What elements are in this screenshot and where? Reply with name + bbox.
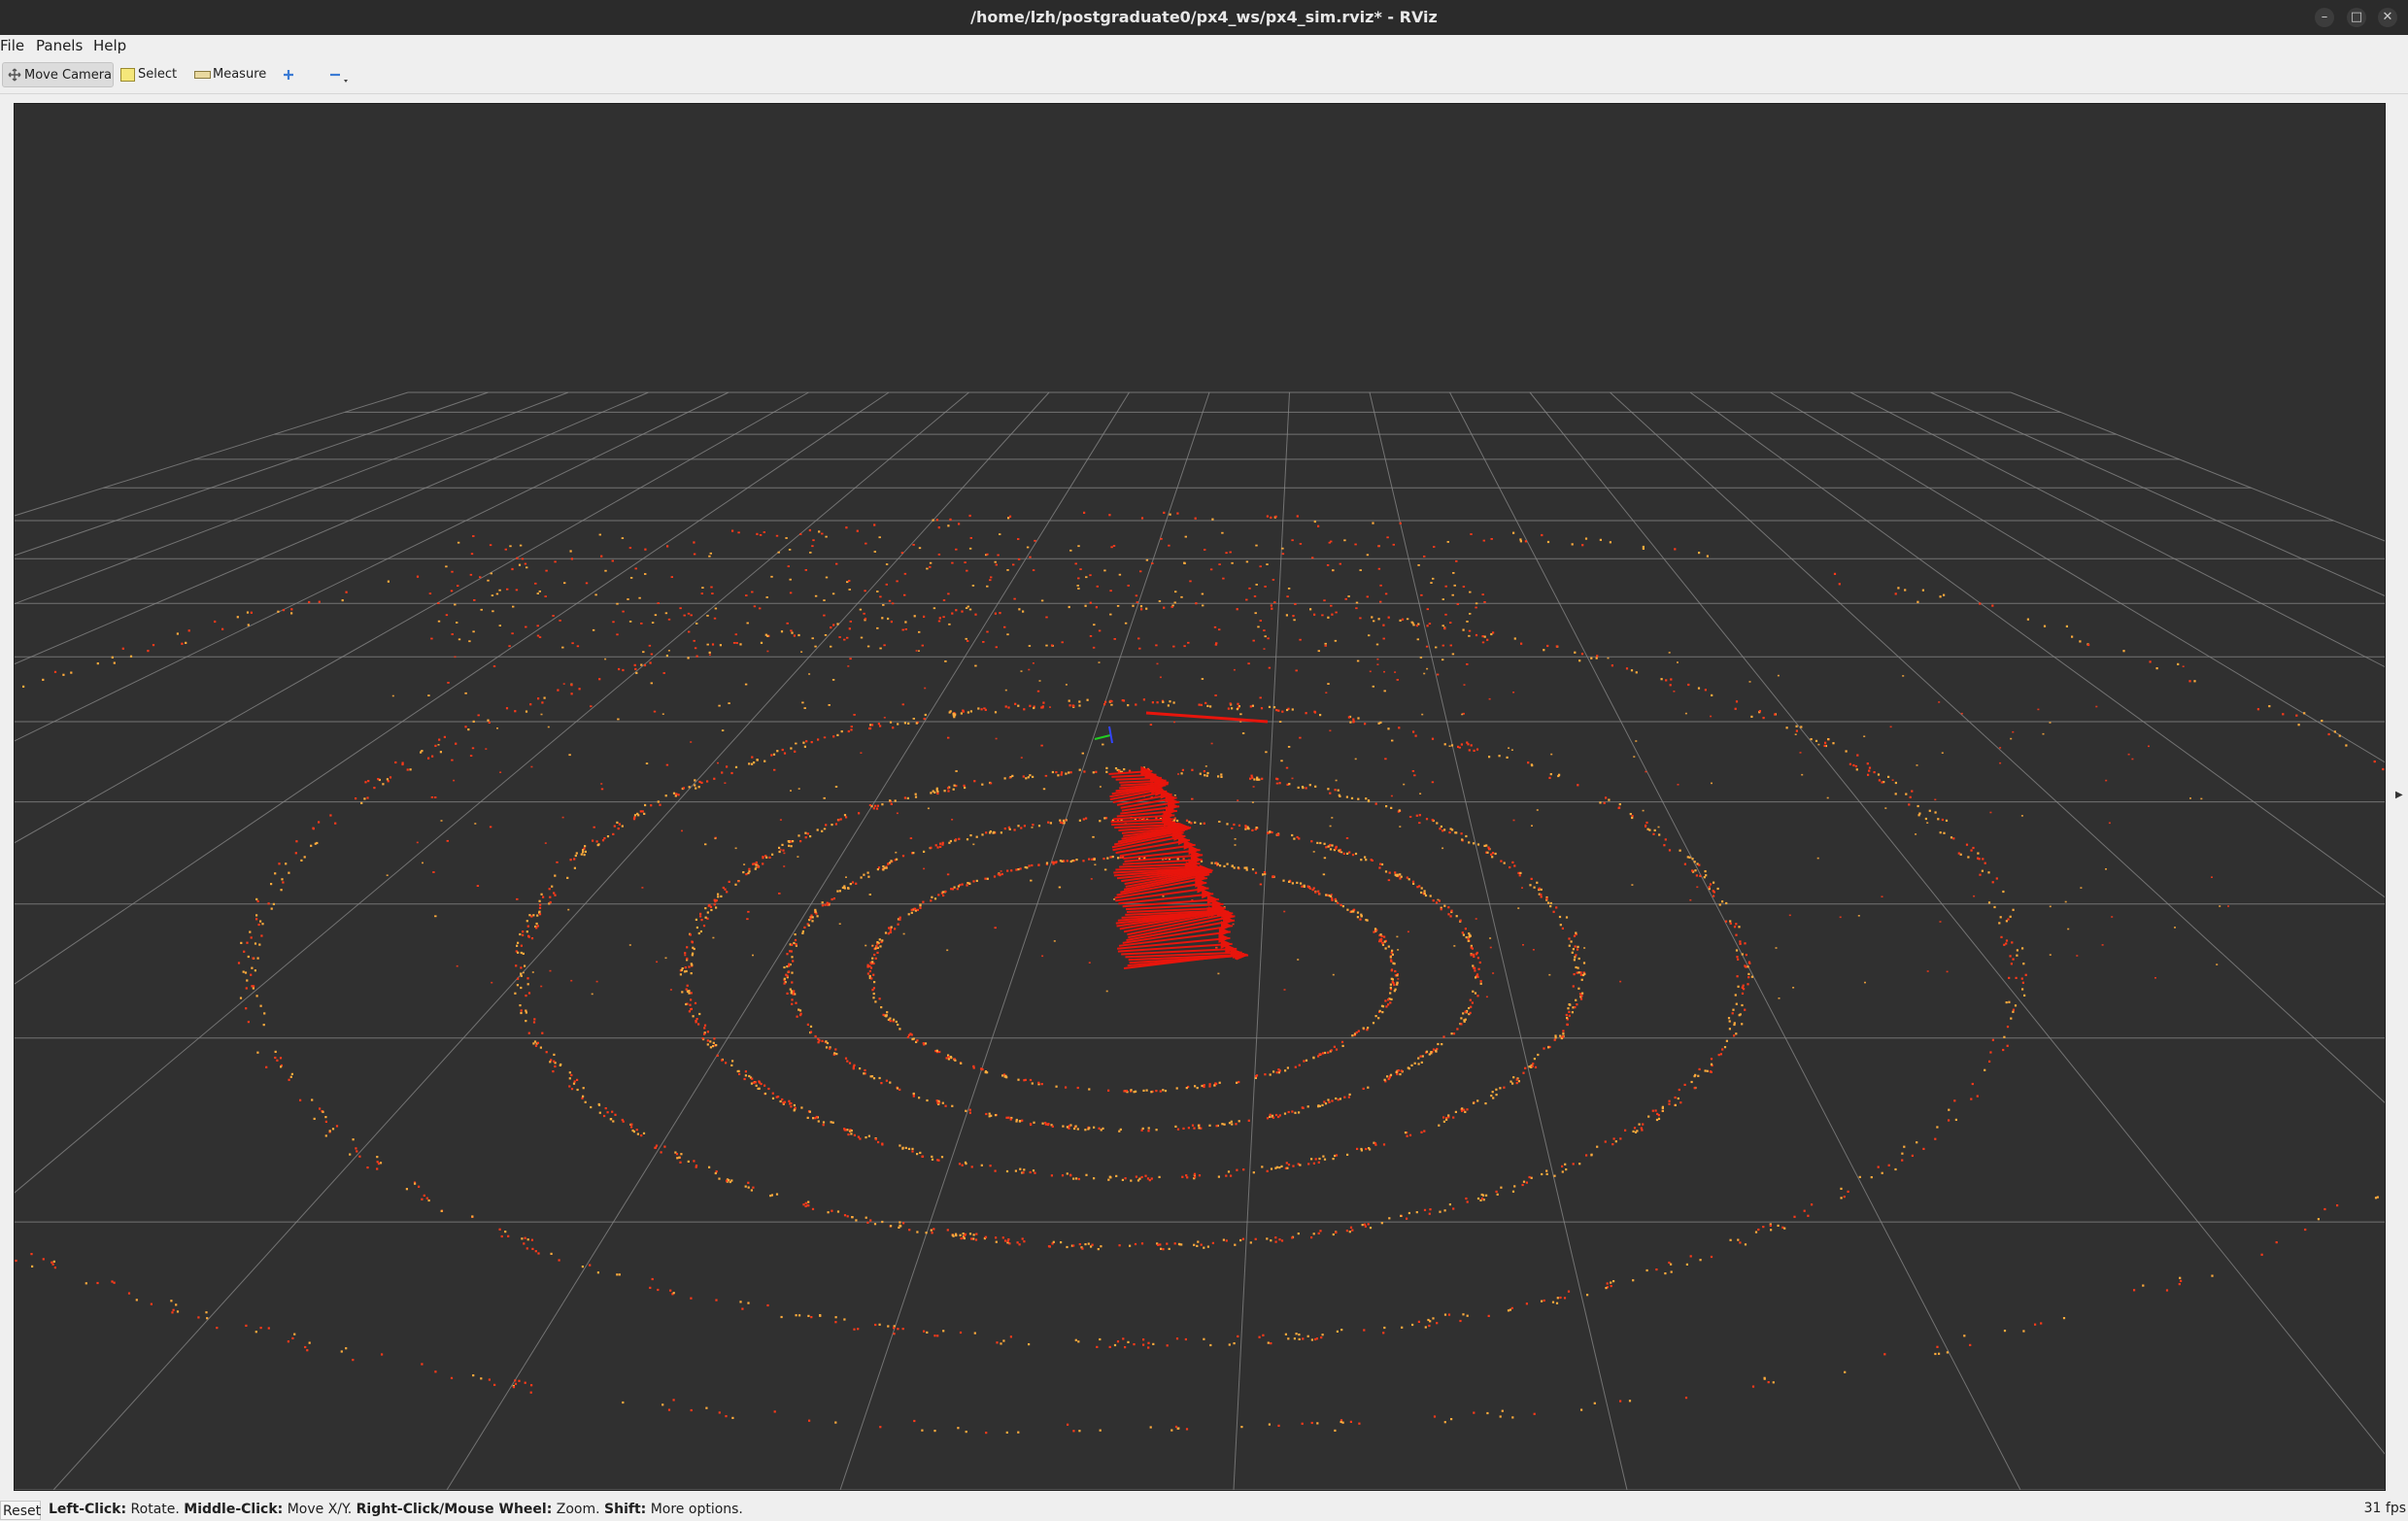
- move-camera-icon: [8, 68, 21, 82]
- window-title: /home/lzh/postgraduate0/px4_ws/px4_sim.r…: [970, 8, 1438, 26]
- menu-panels[interactable]: Panels: [36, 37, 83, 54]
- plus-icon: [284, 70, 293, 80]
- tools-toolbar: Move Camera Select Measure: [0, 56, 2408, 94]
- select-icon: [120, 68, 135, 82]
- hint-text-middle: Move X/Y.: [283, 1502, 356, 1517]
- close-button[interactable]: ✕: [2378, 8, 2397, 27]
- title-bar: /home/lzh/postgraduate0/px4_ws/px4_sim.r…: [0, 0, 2408, 35]
- menu-bar: File Panels Help: [0, 35, 2408, 56]
- fps-counter: 31 fps: [2363, 1501, 2406, 1516]
- add-tool-button[interactable]: [280, 62, 299, 87]
- hint-text-left: Rotate.: [126, 1502, 185, 1517]
- move-camera-tool[interactable]: Move Camera: [2, 62, 114, 87]
- menu-help[interactable]: Help: [93, 37, 126, 54]
- select-tool[interactable]: Select: [119, 62, 187, 87]
- maximize-button[interactable]: □: [2347, 8, 2366, 27]
- ruler-icon: [194, 71, 211, 79]
- status-bar: Reset Left-Click: Rotate. Middle-Click: …: [0, 1499, 2408, 1520]
- 3d-viewport[interactable]: [14, 103, 2386, 1491]
- interaction-hint: Left-Click: Rotate. Middle-Click: Move X…: [49, 1502, 743, 1517]
- move-camera-label: Move Camera: [24, 68, 113, 83]
- hint-key-shift: Shift:: [604, 1502, 647, 1517]
- hint-key-middle: Middle-Click:: [184, 1502, 284, 1517]
- hint-key-right: Right-Click/Mouse Wheel:: [356, 1502, 553, 1517]
- point-cloud: [15, 511, 2385, 1435]
- reset-button[interactable]: Reset: [0, 1501, 41, 1520]
- pose-arrows: [1108, 711, 1269, 969]
- hint-key-left: Left-Click:: [49, 1502, 127, 1517]
- menu-file[interactable]: File: [0, 37, 24, 54]
- measure-label: Measure: [213, 67, 267, 82]
- select-label: Select: [138, 67, 178, 82]
- scene-render[interactable]: [15, 104, 2385, 1490]
- minus-icon: [330, 73, 348, 83]
- collapse-panel-arrow[interactable]: ▶: [2395, 790, 2403, 800]
- hint-text-shift: More options.: [646, 1502, 743, 1517]
- minimize-button[interactable]: –: [2315, 8, 2334, 27]
- measure-tool[interactable]: Measure: [192, 62, 270, 87]
- hint-text-right: Zoom.: [552, 1502, 605, 1517]
- frame-axes: [1094, 726, 1113, 744]
- remove-tool-button[interactable]: [326, 62, 352, 87]
